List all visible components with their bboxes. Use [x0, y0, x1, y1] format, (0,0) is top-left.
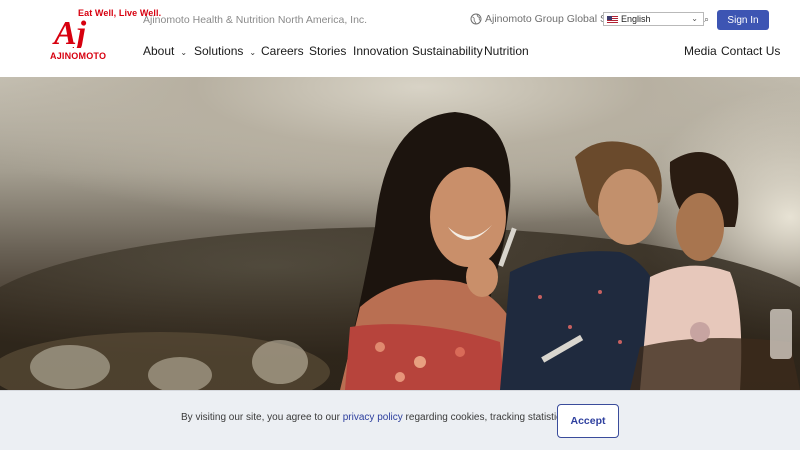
sign-in-button[interactable]: Sign In [717, 10, 769, 30]
accept-button[interactable]: Accept [557, 404, 619, 438]
nav-about[interactable]: About ⌄ [143, 44, 187, 58]
site-header: Eat Well, Live Well. Aj AJINOMOTO Ajinom… [0, 0, 800, 77]
global-site-label: Ajinomoto Group Global Site [485, 13, 619, 25]
nav-nutrition[interactable]: Nutrition [484, 44, 529, 58]
search-icon[interactable]: ⌕ [704, 14, 709, 25]
hero-image [0, 77, 800, 390]
globe-icon [470, 13, 482, 25]
nav-solutions-label: Solutions [194, 44, 244, 58]
logo-aj-mark: Aj [52, 15, 87, 48]
nav-careers[interactable]: Careers [261, 44, 304, 58]
chevron-down-icon: ⌄ [691, 14, 698, 23]
logo-wordmark: AJINOMOTO [50, 51, 107, 61]
privacy-policy-link[interactable]: privacy policy [343, 412, 403, 423]
nav-media[interactable]: Media [684, 44, 717, 58]
ajinomoto-logo[interactable]: Eat Well, Live Well. Aj AJINOMOTO [38, 4, 161, 64]
language-select[interactable]: English ⌄ [603, 12, 704, 26]
nav-sustainability[interactable]: Sustainability [412, 44, 483, 58]
nav-stories[interactable]: Stories [309, 44, 346, 58]
cookie-banner: By visiting our site, you agree to our p… [0, 390, 800, 450]
language-label: English [621, 14, 651, 24]
nav-innovation[interactable]: Innovation [353, 44, 408, 58]
nav-about-label: About [143, 44, 175, 58]
chevron-down-icon: ⌄ [249, 47, 257, 57]
logo-letters: Aj [52, 15, 87, 48]
cookie-text-before: By visiting our site, you agree to our [181, 412, 343, 423]
hero-people-illustration [0, 112, 800, 390]
cookie-message: By visiting our site, you agree to our p… [181, 412, 588, 423]
global-site-link[interactable]: Ajinomoto Group Global Site [470, 13, 618, 25]
company-name: Ajinomoto Health & Nutrition North Ameri… [143, 14, 368, 26]
us-flag-icon [607, 15, 618, 23]
nav-solutions[interactable]: Solutions ⌄ [194, 44, 256, 58]
nav-contact[interactable]: Contact Us [721, 44, 780, 58]
chevron-down-icon: ⌄ [180, 47, 188, 57]
